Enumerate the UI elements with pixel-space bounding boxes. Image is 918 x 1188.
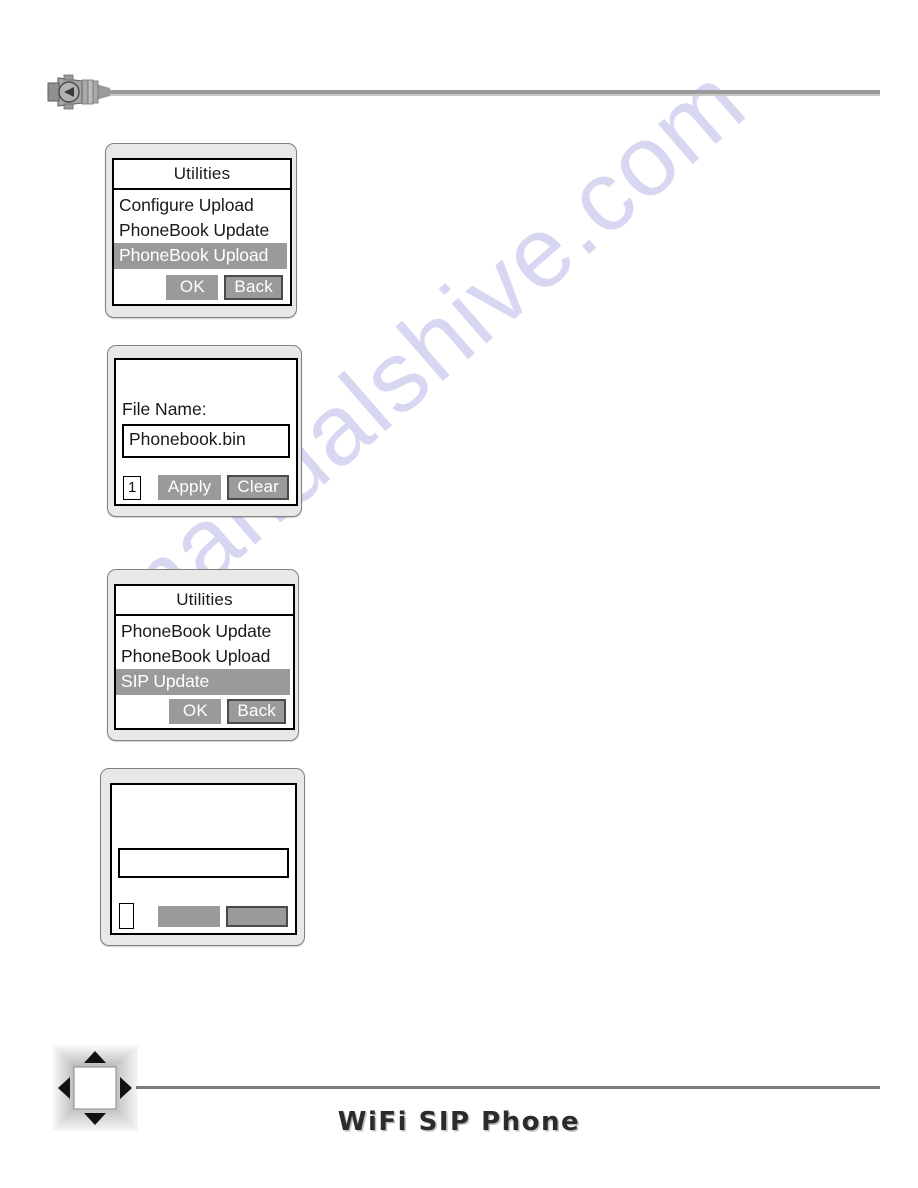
lcd-form-footer: 1 Apply Clear (116, 475, 296, 504)
lcd-screen: Utilities Configure Upload PhoneBook Upd… (112, 158, 292, 306)
lcd-title: Utilities (114, 160, 290, 191)
lcd-panel-utilities-sip-update: Utilities PhoneBook Update PhoneBook Upl… (107, 569, 299, 741)
lcd-screen (110, 783, 297, 935)
footer-product-title: WiFi SIP Phone (337, 1107, 581, 1137)
menu-item[interactable]: PhoneBook Upload (116, 644, 293, 669)
lcd-button-bar: OK Back (114, 275, 290, 304)
dpad-center-button (73, 1066, 117, 1110)
apply-button[interactable] (158, 905, 220, 927)
lcd-form-body: File Name: Phonebook.bin (116, 360, 296, 475)
lcd-menu-list: PhoneBook Update PhoneBook Upload SIP Up… (116, 616, 293, 699)
menu-item[interactable]: PhoneBook Update (114, 218, 290, 243)
file-name-input[interactable] (118, 848, 289, 878)
back-button[interactable]: Back (227, 699, 286, 724)
lcd-form-body (112, 785, 295, 903)
lcd-screen: Utilities PhoneBook Update PhoneBook Upl… (114, 584, 295, 730)
file-name-input[interactable]: Phonebook.bin (122, 423, 290, 458)
ok-button[interactable]: OK (166, 275, 219, 300)
lcd-panel-utilities-phonebook-upload: Utilities Configure Upload PhoneBook Upd… (105, 143, 297, 318)
ok-button[interactable]: OK (169, 699, 222, 724)
lcd-screen: File Name: Phonebook.bin 1 Apply Clear (114, 358, 298, 506)
clear-button[interactable] (226, 905, 288, 927)
file-name-label (112, 821, 295, 848)
file-name-label: File Name: (122, 399, 207, 419)
page-indicator: 1 (123, 475, 142, 500)
menu-item[interactable]: Configure Upload (114, 193, 290, 218)
lcd-menu-list: Configure Upload PhoneBook Update PhoneB… (114, 190, 290, 275)
apply-button[interactable]: Apply (157, 475, 222, 500)
lcd-form-footer (112, 903, 295, 933)
cable-connector-graphic (47, 74, 880, 110)
lcd-button-bar: OK Back (116, 699, 293, 728)
lcd-panel-phonebook-filename-form: File Name: Phonebook.bin 1 Apply Clear (107, 345, 302, 517)
menu-item-selected[interactable]: PhoneBook Upload (114, 243, 287, 269)
lcd-panel-blank-filename-form (100, 768, 305, 946)
clear-button[interactable]: Clear (227, 475, 289, 500)
menu-item-selected[interactable]: SIP Update (116, 669, 290, 695)
menu-item[interactable]: PhoneBook Update (116, 619, 293, 644)
back-button[interactable]: Back (224, 275, 283, 300)
page-indicator (119, 903, 134, 929)
lcd-title: Utilities (116, 586, 293, 617)
